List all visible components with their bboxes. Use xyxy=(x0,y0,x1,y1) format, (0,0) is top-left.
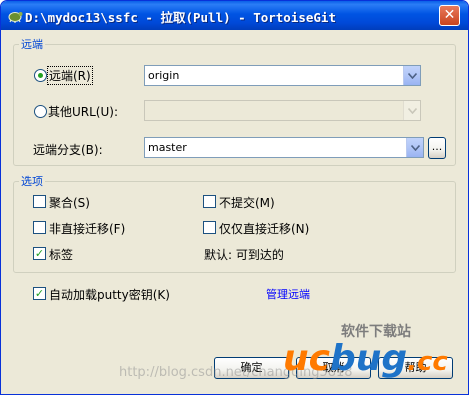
window-title: D:\mydoc13\ssfc - 拉取(Pull) - TortoiseGit xyxy=(25,10,336,25)
remote-branch-value: master xyxy=(148,141,187,154)
options-group-legend: 选项 xyxy=(21,175,43,188)
chevron-down-icon xyxy=(403,101,420,120)
title-bar[interactable]: D:\mydoc13\ssfc - 拉取(Pull) - TortoiseGit… xyxy=(1,1,468,30)
no-ff-label[interactable]: 非直接迁移(F) xyxy=(49,220,125,237)
remote-branch-select[interactable]: master xyxy=(144,137,424,158)
remote-select-value: origin xyxy=(148,69,180,82)
checkmark-icon: ✓ xyxy=(34,287,45,300)
ff-only-checkbox[interactable] xyxy=(203,221,216,234)
no-commit-checkbox[interactable] xyxy=(203,195,216,208)
close-icon: ✕ xyxy=(443,7,456,23)
remote-radio-label[interactable]: 远端(R) xyxy=(47,66,93,85)
ff-only-label[interactable]: 仅仅直接迁移(N) xyxy=(219,220,309,237)
other-url-radio[interactable] xyxy=(34,105,47,118)
remote-select[interactable]: origin xyxy=(144,65,421,86)
no-commit-label[interactable]: 不提交(M) xyxy=(219,194,275,211)
checkmark-icon: ✓ xyxy=(34,247,45,260)
pull-dialog-window: D:\mydoc13\ssfc - 拉取(Pull) - TortoiseGit… xyxy=(0,0,469,395)
chevron-down-icon[interactable] xyxy=(403,66,420,85)
brand-watermark-logo: ucbug.cc xyxy=(283,338,448,379)
other-url-select xyxy=(144,100,421,121)
autoload-putty-checkbox[interactable]: ✓ xyxy=(33,287,46,300)
tortoisegit-app-icon xyxy=(7,8,23,24)
chevron-down-icon[interactable] xyxy=(406,138,423,157)
squash-checkbox[interactable] xyxy=(33,195,46,208)
remote-branch-label: 远端分支(B): xyxy=(33,143,103,157)
remote-radio[interactable] xyxy=(34,69,47,82)
tags-default-text: 默认: 可到达的 xyxy=(204,248,284,262)
autoload-putty-label[interactable]: 自动加载putty密钥(K) xyxy=(49,286,170,303)
no-ff-checkbox[interactable] xyxy=(33,221,46,234)
close-button[interactable]: ✕ xyxy=(439,5,460,26)
other-url-label[interactable]: 其他URL(U): xyxy=(48,103,118,120)
browse-branch-button[interactable]: ... xyxy=(428,137,446,159)
squash-label[interactable]: 聚合(S) xyxy=(49,194,90,211)
tags-label[interactable]: 标签 xyxy=(49,246,73,263)
tags-checkbox[interactable]: ✓ xyxy=(33,247,46,260)
manage-remotes-link[interactable]: 管理远端 xyxy=(266,286,310,302)
remote-group-legend: 远端 xyxy=(21,38,43,51)
